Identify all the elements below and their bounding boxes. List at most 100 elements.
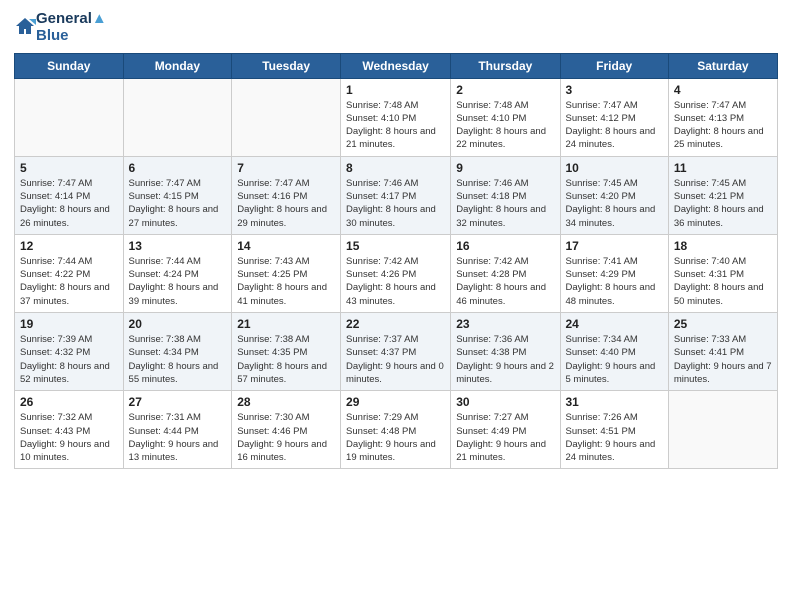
- logo: General▲ Blue: [14, 10, 107, 45]
- weekday-header-sunday: Sunday: [15, 53, 124, 78]
- day-cell: 6 Sunrise: 7:47 AM Sunset: 4:15 PM Daylig…: [123, 156, 232, 234]
- day-number: 10: [566, 161, 663, 175]
- day-number: 18: [674, 239, 772, 253]
- day-info: Sunrise: 7:29 AM Sunset: 4:48 PM Dayligh…: [346, 411, 445, 464]
- week-row-1: 1 Sunrise: 7:48 AM Sunset: 4:10 PM Daylig…: [15, 78, 778, 156]
- day-cell: 24Sunrise: 7:34 AM Sunset: 4:40 PM Dayli…: [560, 313, 668, 391]
- day-cell: 19 Sunrise: 7:39 AM Sunset: 4:32 PM Dayli…: [15, 313, 124, 391]
- day-info: Sunrise: 7:36 AM Sunset: 4:38 PM Dayligh…: [456, 333, 554, 386]
- day-number: 5: [20, 161, 118, 175]
- day-cell: 29 Sunrise: 7:29 AM Sunset: 4:48 PM Dayli…: [341, 391, 451, 469]
- day-info: Sunrise: 7:45 AM Sunset: 4:20 PM Dayligh…: [566, 177, 663, 230]
- week-row-2: 5 Sunrise: 7:47 AM Sunset: 4:14 PM Daylig…: [15, 156, 778, 234]
- day-cell: 14 Sunrise: 7:43 AM Sunset: 4:25 PM Dayli…: [232, 234, 341, 312]
- day-number: 31: [566, 395, 663, 409]
- day-number: 13: [129, 239, 227, 253]
- day-number: 17: [566, 239, 663, 253]
- day-cell: 22 Sunrise: 7:37 AM Sunset: 4:37 PM Dayli…: [341, 313, 451, 391]
- weekday-header-row: SundayMondayTuesdayWednesdayThursdayFrid…: [15, 53, 778, 78]
- day-info: Sunrise: 7:26 AM Sunset: 4:51 PM Dayligh…: [566, 411, 663, 464]
- day-number: 23: [456, 317, 554, 331]
- day-number: 30: [456, 395, 554, 409]
- day-number: 4: [674, 83, 772, 97]
- day-info: Sunrise: 7:48 AM Sunset: 4:10 PM Dayligh…: [346, 99, 445, 152]
- day-cell: 7 Sunrise: 7:47 AM Sunset: 4:16 PM Daylig…: [232, 156, 341, 234]
- day-info: Sunrise: 7:47 AM Sunset: 4:14 PM Dayligh…: [20, 177, 118, 230]
- day-info: Sunrise: 7:43 AM Sunset: 4:25 PM Dayligh…: [237, 255, 335, 308]
- weekday-header-wednesday: Wednesday: [341, 53, 451, 78]
- day-number: 28: [237, 395, 335, 409]
- day-cell: 9 Sunrise: 7:46 AM Sunset: 4:18 PM Daylig…: [451, 156, 560, 234]
- day-number: 12: [20, 239, 118, 253]
- day-info: Sunrise: 7:48 AM Sunset: 4:10 PM Dayligh…: [456, 99, 554, 152]
- day-number: 15: [346, 239, 445, 253]
- day-info: Sunrise: 7:32 AM Sunset: 4:43 PM Dayligh…: [20, 411, 118, 464]
- day-cell: [232, 78, 341, 156]
- weekday-header-saturday: Saturday: [668, 53, 777, 78]
- day-cell: 2 Sunrise: 7:48 AM Sunset: 4:10 PM Daylig…: [451, 78, 560, 156]
- day-cell: 3 Sunrise: 7:47 AM Sunset: 4:12 PM Daylig…: [560, 78, 668, 156]
- logo-icon: [14, 15, 36, 37]
- day-number: 26: [20, 395, 118, 409]
- day-cell: 15 Sunrise: 7:42 AM Sunset: 4:26 PM Dayli…: [341, 234, 451, 312]
- day-number: 29: [346, 395, 445, 409]
- day-info: Sunrise: 7:44 AM Sunset: 4:24 PM Dayligh…: [129, 255, 227, 308]
- day-number: 7: [237, 161, 335, 175]
- day-number: 9: [456, 161, 554, 175]
- day-info: Sunrise: 7:31 AM Sunset: 4:44 PM Dayligh…: [129, 411, 227, 464]
- day-number: 11: [674, 161, 772, 175]
- day-cell: 12Sunrise: 7:44 AM Sunset: 4:22 PM Dayli…: [15, 234, 124, 312]
- day-number: 25: [674, 317, 772, 331]
- weekday-header-monday: Monday: [123, 53, 232, 78]
- week-row-5: 26 Sunrise: 7:32 AM Sunset: 4:43 PM Dayli…: [15, 391, 778, 469]
- day-info: Sunrise: 7:45 AM Sunset: 4:21 PM Dayligh…: [674, 177, 772, 230]
- day-cell: 17 Sunrise: 7:41 AM Sunset: 4:29 PM Dayli…: [560, 234, 668, 312]
- day-cell: 1 Sunrise: 7:48 AM Sunset: 4:10 PM Daylig…: [341, 78, 451, 156]
- weekday-header-thursday: Thursday: [451, 53, 560, 78]
- day-info: Sunrise: 7:46 AM Sunset: 4:17 PM Dayligh…: [346, 177, 445, 230]
- day-info: Sunrise: 7:47 AM Sunset: 4:15 PM Dayligh…: [129, 177, 227, 230]
- day-cell: 25 Sunrise: 7:33 AM Sunset: 4:41 PM Dayli…: [668, 313, 777, 391]
- day-info: Sunrise: 7:38 AM Sunset: 4:34 PM Dayligh…: [129, 333, 227, 386]
- day-number: 2: [456, 83, 554, 97]
- day-cell: 4 Sunrise: 7:47 AM Sunset: 4:13 PM Daylig…: [668, 78, 777, 156]
- day-number: 1: [346, 83, 445, 97]
- day-number: 6: [129, 161, 227, 175]
- day-info: Sunrise: 7:47 AM Sunset: 4:12 PM Dayligh…: [566, 99, 663, 152]
- day-number: 19: [20, 317, 118, 331]
- day-info: Sunrise: 7:42 AM Sunset: 4:26 PM Dayligh…: [346, 255, 445, 308]
- day-cell: 28 Sunrise: 7:30 AM Sunset: 4:46 PM Dayli…: [232, 391, 341, 469]
- day-info: Sunrise: 7:38 AM Sunset: 4:35 PM Dayligh…: [237, 333, 335, 386]
- day-number: 16: [456, 239, 554, 253]
- day-info: Sunrise: 7:33 AM Sunset: 4:41 PM Dayligh…: [674, 333, 772, 386]
- day-info: Sunrise: 7:47 AM Sunset: 4:16 PM Dayligh…: [237, 177, 335, 230]
- calendar: SundayMondayTuesdayWednesdayThursdayFrid…: [14, 53, 778, 470]
- weekday-header-tuesday: Tuesday: [232, 53, 341, 78]
- day-cell: 27 Sunrise: 7:31 AM Sunset: 4:44 PM Dayli…: [123, 391, 232, 469]
- day-info: Sunrise: 7:41 AM Sunset: 4:29 PM Dayligh…: [566, 255, 663, 308]
- day-cell: [15, 78, 124, 156]
- day-info: Sunrise: 7:47 AM Sunset: 4:13 PM Dayligh…: [674, 99, 772, 152]
- weekday-header-friday: Friday: [560, 53, 668, 78]
- day-number: 3: [566, 83, 663, 97]
- day-cell: 26 Sunrise: 7:32 AM Sunset: 4:43 PM Dayli…: [15, 391, 124, 469]
- day-cell: [668, 391, 777, 469]
- day-info: Sunrise: 7:30 AM Sunset: 4:46 PM Dayligh…: [237, 411, 335, 464]
- day-info: Sunrise: 7:39 AM Sunset: 4:32 PM Dayligh…: [20, 333, 118, 386]
- day-cell: 20 Sunrise: 7:38 AM Sunset: 4:34 PM Dayli…: [123, 313, 232, 391]
- page: General▲ Blue SundayMondayTuesdayWednesd…: [0, 0, 792, 612]
- day-cell: 16Sunrise: 7:42 AM Sunset: 4:28 PM Dayli…: [451, 234, 560, 312]
- day-number: 20: [129, 317, 227, 331]
- day-info: Sunrise: 7:37 AM Sunset: 4:37 PM Dayligh…: [346, 333, 445, 386]
- day-number: 14: [237, 239, 335, 253]
- day-info: Sunrise: 7:46 AM Sunset: 4:18 PM Dayligh…: [456, 177, 554, 230]
- header: General▲ Blue: [14, 10, 778, 45]
- day-cell: 21Sunrise: 7:38 AM Sunset: 4:35 PM Dayli…: [232, 313, 341, 391]
- day-cell: 10 Sunrise: 7:45 AM Sunset: 4:20 PM Dayli…: [560, 156, 668, 234]
- day-number: 27: [129, 395, 227, 409]
- day-info: Sunrise: 7:27 AM Sunset: 4:49 PM Dayligh…: [456, 411, 554, 464]
- day-number: 22: [346, 317, 445, 331]
- day-cell: 5 Sunrise: 7:47 AM Sunset: 4:14 PM Daylig…: [15, 156, 124, 234]
- logo-text: General▲ Blue: [36, 10, 107, 45]
- day-cell: 30 Sunrise: 7:27 AM Sunset: 4:49 PM Dayli…: [451, 391, 560, 469]
